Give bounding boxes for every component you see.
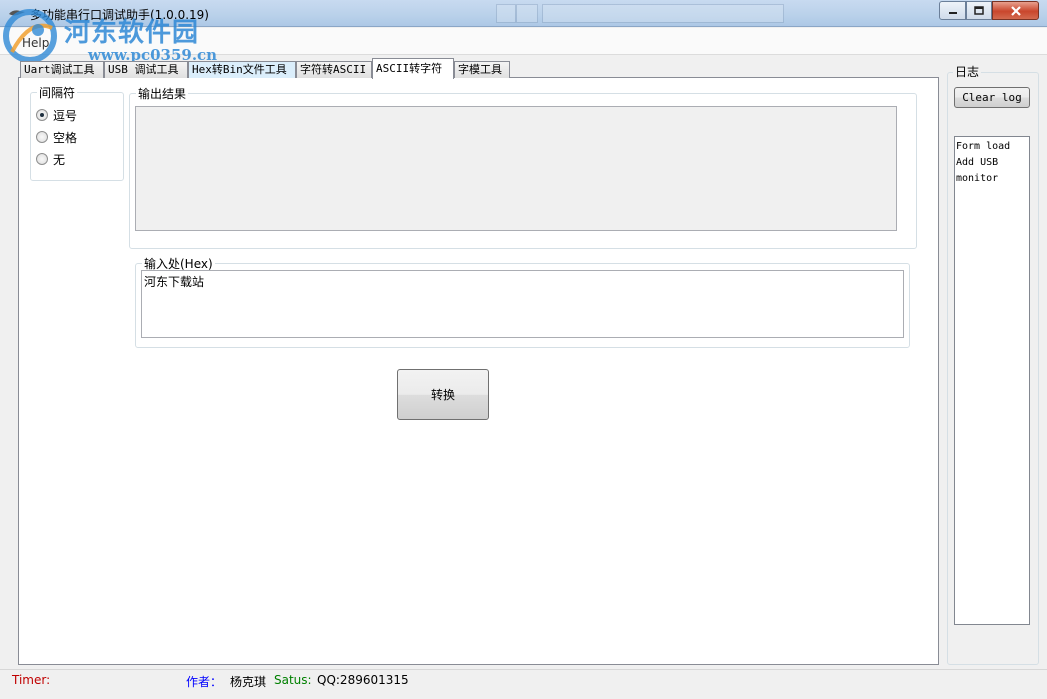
close-icon xyxy=(1010,5,1021,16)
log-line: monitor xyxy=(956,173,999,184)
radio-comma-label: 逗号 xyxy=(53,108,78,123)
tab-uart[interactable]: Uart调试工具 xyxy=(20,61,104,78)
watermark-logo-icon xyxy=(3,9,57,63)
output-textbox[interactable] xyxy=(135,106,897,231)
timer-label: Timer: xyxy=(12,673,51,687)
radio-none-label: 无 xyxy=(53,152,66,167)
radio-space[interactable]: 空格 xyxy=(36,129,77,145)
radio-space-label: 空格 xyxy=(53,130,78,145)
author-name: 杨克琪 xyxy=(230,675,267,689)
radio-unchecked-icon xyxy=(36,131,48,143)
tab-hex-to-bin[interactable]: Hex转Bin文件工具 xyxy=(188,61,296,78)
qq-number: QQ:289601315 xyxy=(317,673,409,687)
log-group-title: 日志 xyxy=(953,63,982,80)
radio-unchecked-icon xyxy=(36,153,48,165)
tab-ascii-to-char[interactable]: ASCII转字符 xyxy=(372,58,454,79)
maximize-button[interactable] xyxy=(966,1,992,20)
tab-font-tool[interactable]: 字模工具 xyxy=(454,61,510,78)
log-listbox[interactable]: Form load Add USB monitor xyxy=(954,136,1030,625)
minimize-icon xyxy=(948,11,957,14)
separator-group-title: 间隔符 xyxy=(39,86,76,100)
status-label: Satus: xyxy=(274,673,312,687)
tab-usb[interactable]: USB 调试工具 xyxy=(104,61,188,78)
author-label: 作者： xyxy=(186,675,223,689)
radio-comma[interactable]: 逗号 xyxy=(36,107,77,123)
radio-none[interactable]: 无 xyxy=(36,151,65,167)
tab-char-to-ascii[interactable]: 字符转ASCII xyxy=(296,61,372,78)
convert-button[interactable]: 转换 xyxy=(397,369,489,420)
log-line: Form load xyxy=(956,141,1011,152)
status-bar xyxy=(0,669,1047,693)
radio-checked-icon xyxy=(36,109,48,121)
log-line: Add USB xyxy=(956,157,999,168)
maximize-icon xyxy=(974,6,984,15)
background-reflection xyxy=(496,4,796,23)
input-textbox[interactable]: 河东下载站 xyxy=(141,270,904,338)
close-button[interactable] xyxy=(992,1,1039,20)
output-group-title: 输出结果 xyxy=(138,87,187,101)
clear-log-button[interactable]: Clear log xyxy=(954,87,1030,108)
minimize-button[interactable] xyxy=(939,1,966,20)
watermark-name: 河东软件园 xyxy=(64,18,200,48)
